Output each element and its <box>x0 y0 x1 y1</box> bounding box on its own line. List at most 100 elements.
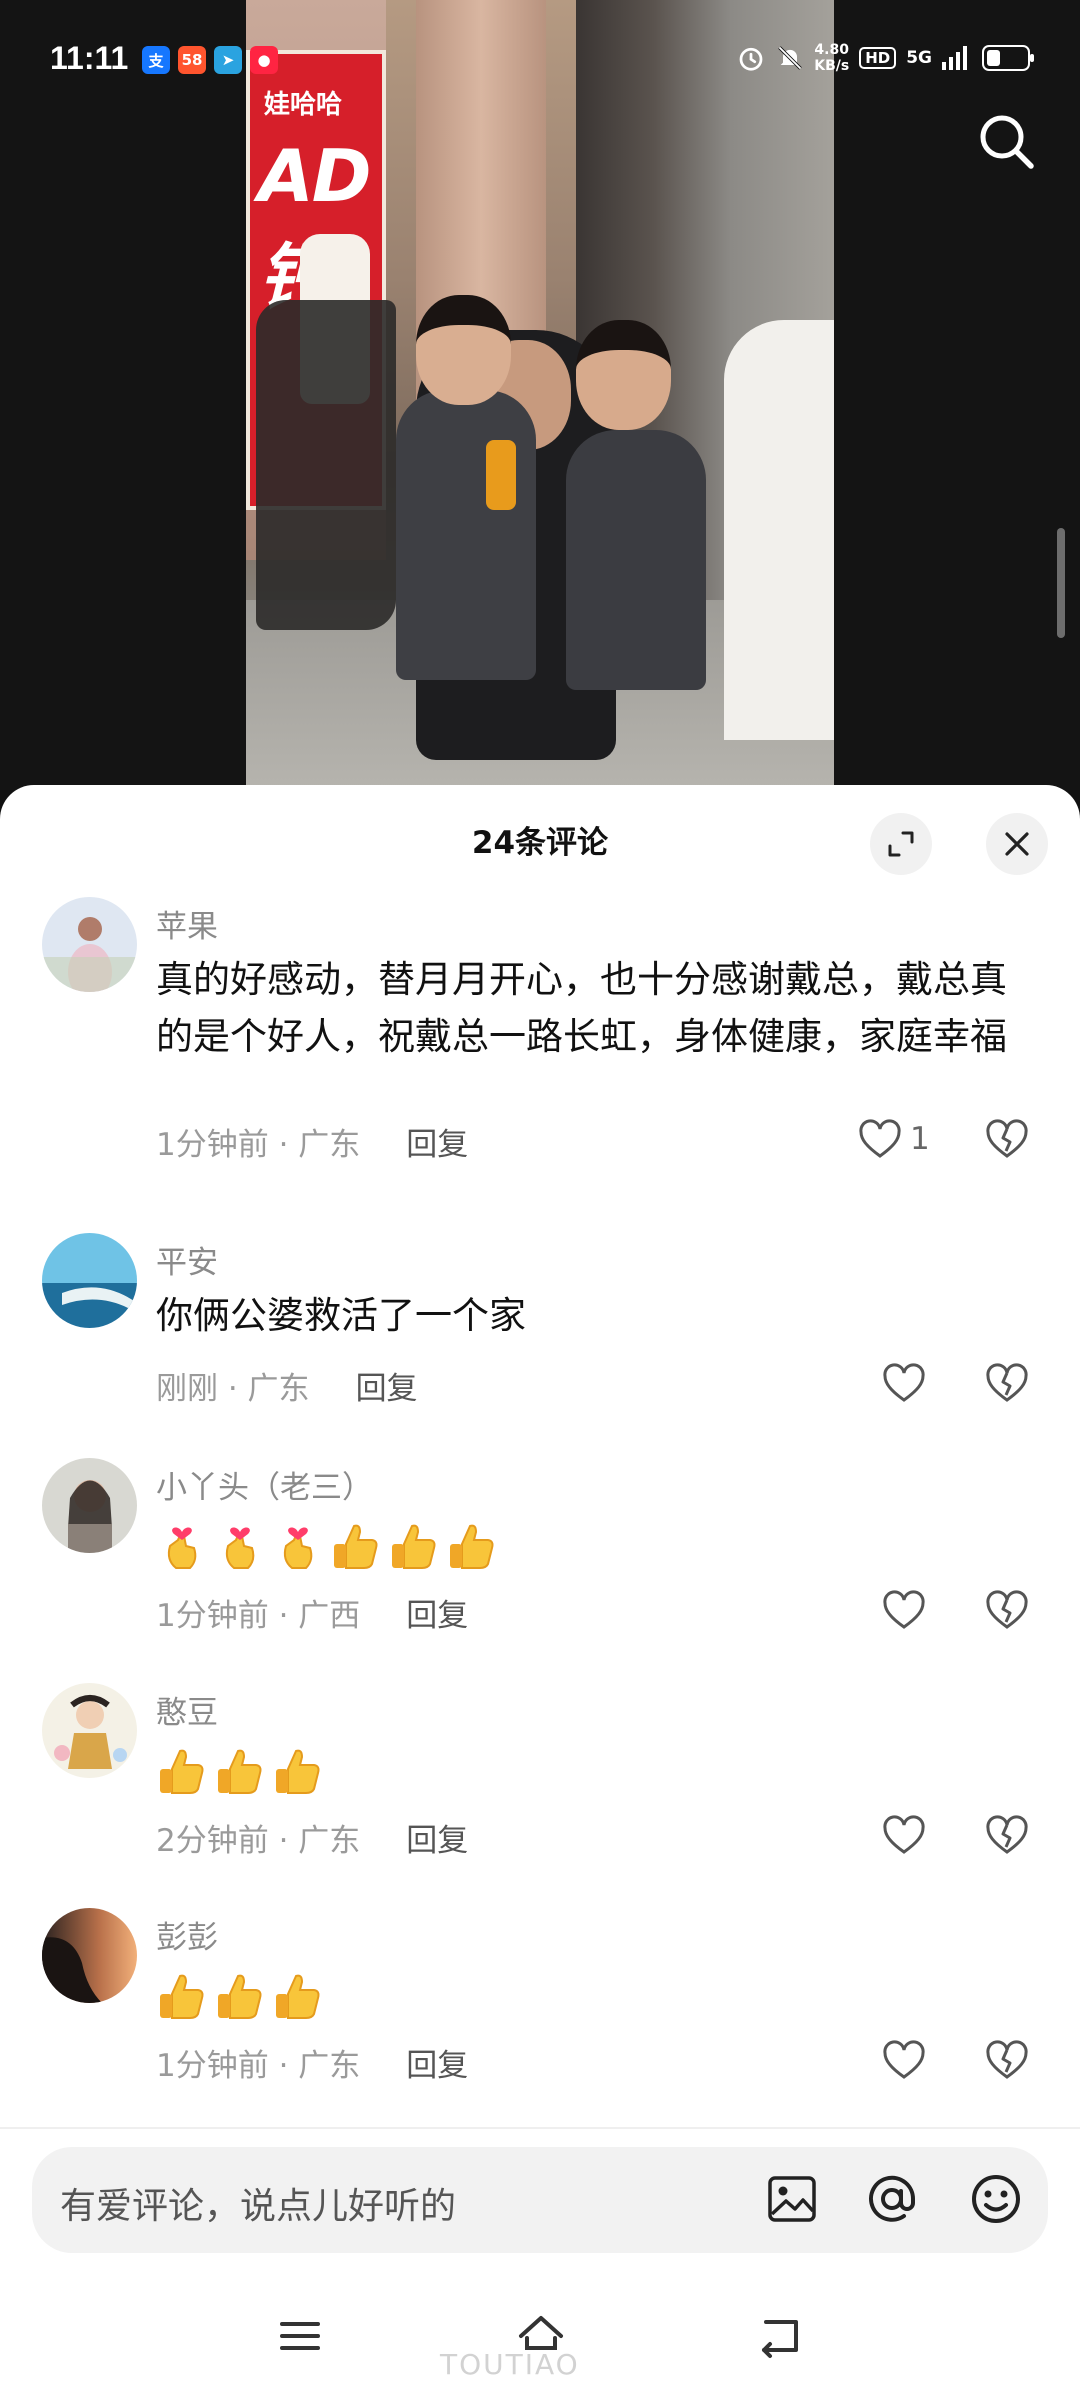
thumbs-up-emoji-icon <box>218 1749 262 1794</box>
finger-heart-emoji-icon <box>283 1527 313 1569</box>
dislike-button[interactable] <box>985 2040 1029 2084</box>
expand-button[interactable] <box>870 813 932 875</box>
smiley-icon <box>972 2175 1020 2223</box>
signal-icon <box>942 46 967 70</box>
dislike-button[interactable] <box>985 1119 1029 1163</box>
like-button[interactable] <box>882 1590 926 1630</box>
status-indicators: 4.80 KB/s HD 5G <box>736 42 1034 74</box>
thumbs-up-emoji-icon <box>450 1524 494 1569</box>
search-button[interactable] <box>975 110 1039 174</box>
mute-bell-icon <box>778 46 802 70</box>
divider <box>0 2127 1080 2129</box>
hd-badge: HD <box>859 47 897 69</box>
battery-icon <box>982 45 1034 71</box>
broken-heart-icon <box>986 1590 1028 1629</box>
comment-username[interactable]: 苹果 <box>156 901 218 946</box>
finger-heart-emoji-icon <box>167 1527 197 1569</box>
thumbs-up-emoji-icon <box>276 1974 320 2019</box>
thumbs-up-emoji-icon <box>276 1749 320 1794</box>
back-icon <box>762 2320 798 2358</box>
status-bar: 11:11 支 58 ➤ ● 4.80 KB/s HD 5G <box>0 0 1080 120</box>
thumbs-up-emoji-icon <box>334 1524 378 1569</box>
avatar[interactable] <box>42 1233 137 1328</box>
video-scroll-indicator <box>1057 528 1065 638</box>
expand-icon <box>888 831 914 857</box>
like-button[interactable]: 1 <box>858 1119 930 1159</box>
alarm-icon <box>739 47 763 71</box>
comment-username[interactable]: 憨豆 <box>156 1687 218 1732</box>
heart-icon <box>883 1363 925 1402</box>
comment-emojis <box>156 1745 324 1797</box>
mention-button[interactable] <box>862 2169 922 2229</box>
scooter <box>256 300 396 630</box>
reply-button[interactable]: 回复 <box>406 1119 468 1164</box>
reply-button[interactable]: 回复 <box>406 1590 468 1635</box>
girl-figure-right <box>566 430 706 690</box>
broken-heart-icon <box>986 1815 1028 1854</box>
close-icon <box>1005 832 1029 856</box>
comment-time-location: 2分钟前 · 广东 <box>156 1823 361 1859</box>
avatar[interactable] <box>42 1458 137 1553</box>
thumbs-up-emoji-icon <box>218 1974 262 2019</box>
at-icon <box>869 2175 916 2222</box>
status-time: 11:11 <box>50 40 129 76</box>
comment-time-location: 1分钟前 · 广西 <box>156 1598 361 1634</box>
broken-heart-icon <box>986 1363 1028 1402</box>
telegram-app-icon: ➤ <box>214 46 242 74</box>
heart-icon <box>883 1815 925 1854</box>
comment-time-location: 1分钟前 · 广东 <box>156 2048 361 2084</box>
watermark-logo: TOUTIAO <box>440 2348 580 2381</box>
red-app-icon: ● <box>250 46 278 74</box>
58-app-icon: 58 <box>178 46 206 74</box>
finger-heart-emoji-icon <box>225 1527 255 1569</box>
close-button[interactable] <box>986 813 1048 875</box>
image-button[interactable] <box>762 2169 822 2229</box>
dislike-button[interactable] <box>985 1590 1029 1634</box>
reply-button[interactable]: 回复 <box>356 1363 418 1408</box>
thumbs-up-emoji-icon <box>160 1974 204 2019</box>
comment-time-location: 1分钟前 · 广东 <box>156 1127 361 1163</box>
like-count: 1 <box>910 1121 930 1157</box>
image-icon <box>768 2176 816 2222</box>
comment-input[interactable]: 有爱评论，说点儿好听的 <box>32 2147 1048 2253</box>
network-type: 5G <box>906 48 932 68</box>
like-button[interactable] <box>882 2040 926 2080</box>
avatar[interactable] <box>42 1908 137 2003</box>
back-nav-button[interactable] <box>752 2308 808 2364</box>
bystander-figure <box>724 320 834 740</box>
comment-meta: 2分钟前 · 广东 回复 <box>156 1815 468 1860</box>
avatar[interactable] <box>42 1683 137 1778</box>
comment-meta: 1分钟前 · 广东 回复 <box>156 2040 468 2085</box>
reply-button[interactable]: 回复 <box>406 2040 468 2085</box>
like-button[interactable] <box>882 1363 926 1403</box>
broken-heart-icon <box>986 1119 1028 1158</box>
comment-username[interactable]: 平安 <box>156 1237 218 1282</box>
video-player[interactable]: 娃哈哈 AD钙 11:11 支 58 ➤ ● 4.80 KB/s HD 5G <box>0 0 1080 790</box>
comment-username[interactable]: 小丫头（老三） <box>156 1462 373 1507</box>
comment-username[interactable]: 彭彭 <box>156 1912 218 1957</box>
comment-time-location: 刚刚 · 广东 <box>156 1371 310 1407</box>
menu-icon <box>280 2322 320 2350</box>
comment-meta: 1分钟前 · 广东 回复 <box>156 1119 468 1164</box>
comment-emojis <box>156 1970 324 2022</box>
comment-meta: 刚刚 · 广东 回复 <box>156 1363 418 1408</box>
reply-button[interactable]: 回复 <box>406 1815 468 1860</box>
system-nav-bar: TOUTIAO <box>0 2270 1080 2400</box>
like-button[interactable] <box>882 1815 926 1855</box>
comment-text: 真的好感动，替月月开心，也十分感谢戴总，戴总真的是个好人，祝戴总一路长虹，身体健… <box>156 958 1007 1058</box>
status-app-icons: 支 58 ➤ ● <box>142 46 278 74</box>
broken-heart-icon <box>986 2040 1028 2079</box>
comment-text: 你俩公婆救活了一个家 <box>156 1294 526 1337</box>
dislike-button[interactable] <box>985 1363 1029 1407</box>
emoji-button[interactable] <box>966 2169 1026 2229</box>
thumbs-up-emoji-icon <box>392 1524 436 1569</box>
heart-icon <box>883 2040 925 2079</box>
dislike-button[interactable] <box>985 1815 1029 1859</box>
menu-nav-button[interactable] <box>272 2308 328 2364</box>
comment-input-placeholder: 有爱评论，说点儿好听的 <box>60 2186 457 2227</box>
avatar[interactable] <box>42 897 137 992</box>
comment-meta: 1分钟前 · 广西 回复 <box>156 1590 468 1635</box>
heart-icon <box>859 1119 901 1158</box>
net-speed: 4.80 KB/s <box>814 42 850 74</box>
girl-figure-left <box>396 390 536 680</box>
